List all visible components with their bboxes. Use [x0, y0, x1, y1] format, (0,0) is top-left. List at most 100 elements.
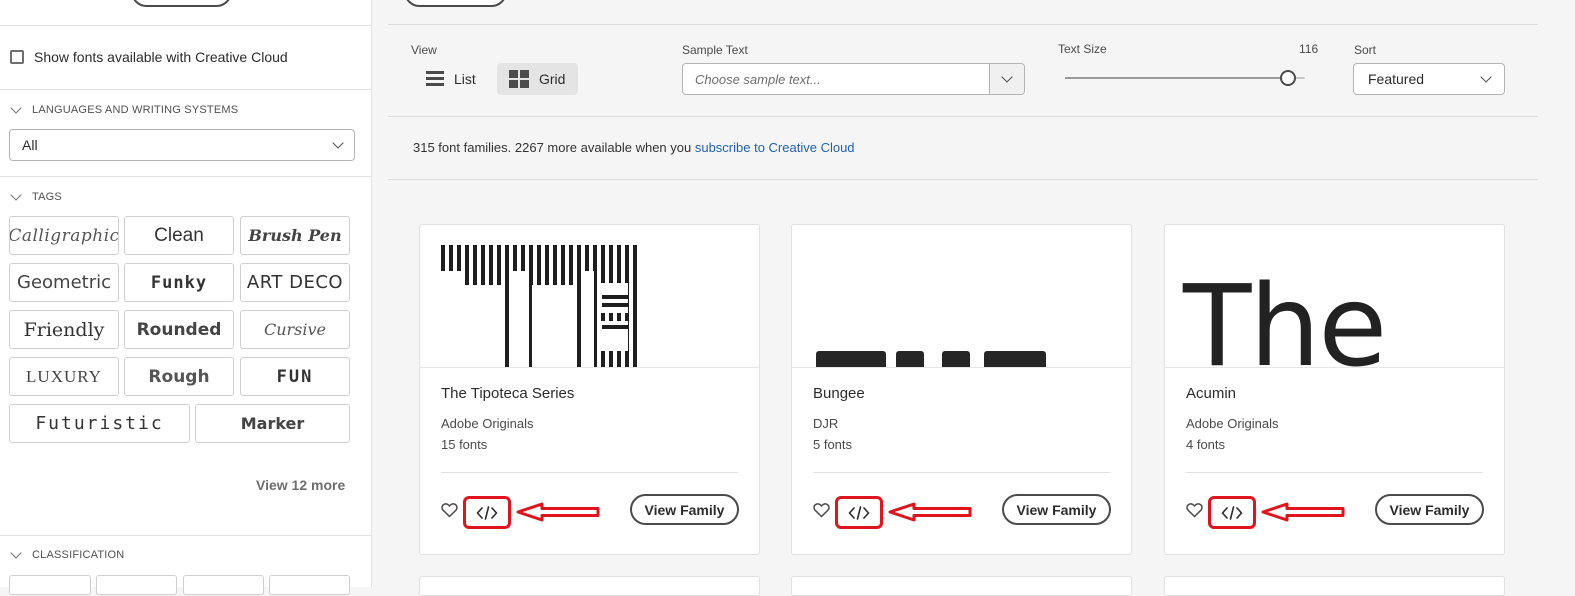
- font-family-name[interactable]: Acumin: [1186, 385, 1236, 402]
- foundry-name[interactable]: Adobe Originals: [1186, 416, 1279, 431]
- foundry-name[interactable]: Adobe Originals: [441, 416, 534, 431]
- foundry-name[interactable]: DJR: [813, 416, 838, 431]
- tag-label: Cursive: [263, 320, 327, 339]
- cc-checkbox-label: Show fonts available with Creative Cloud: [34, 49, 288, 65]
- subscribe-link[interactable]: subscribe to Creative Cloud: [695, 140, 855, 155]
- sample-text-label: Sample Text: [682, 43, 748, 57]
- tag-label: Funky: [150, 272, 208, 293]
- tag-friendly[interactable]: Friendly: [9, 310, 119, 349]
- tag-label: Friendly: [23, 318, 105, 341]
- annotation-arrow-icon: [516, 502, 600, 522]
- text-size-value: 116: [1299, 42, 1319, 56]
- view-family-button[interactable]: View Family: [1002, 494, 1111, 525]
- chevron-down-icon: [10, 547, 22, 559]
- font-count: 5 fonts: [813, 437, 853, 452]
- classification-option[interactable]: [269, 575, 350, 595]
- sort-select[interactable]: Featured: [1353, 63, 1505, 95]
- heart-icon[interactable]: [441, 502, 458, 518]
- font-card: The Tipoteca Series Adobe Originals 15 f…: [419, 224, 760, 555]
- sidebar-divider: [0, 535, 371, 536]
- code-icon: [1221, 505, 1243, 520]
- tag-funky[interactable]: Funky: [124, 263, 234, 302]
- tag-art-deco[interactable]: ART DECO: [240, 263, 350, 302]
- tag-label: Brush Pen: [248, 226, 342, 245]
- font-preview[interactable]: [420, 225, 759, 368]
- sample-text-input[interactable]: [683, 64, 989, 94]
- classification-option[interactable]: [183, 575, 264, 595]
- heart-icon[interactable]: [1186, 502, 1203, 518]
- languages-heading: LANGUAGES AND WRITING SYSTEMS: [32, 104, 239, 116]
- annotation-arrow-icon: [1261, 502, 1345, 522]
- tag-label: Marker: [240, 414, 305, 433]
- classification-option[interactable]: [96, 575, 177, 595]
- tag-futuristic[interactable]: Futuristic: [9, 404, 190, 443]
- tag-label: Geometric: [17, 272, 111, 293]
- text-size-slider-fill: [1065, 77, 1289, 79]
- language-select[interactable]: All: [9, 129, 355, 161]
- results-count-text: 315 font families. 2267 more available w…: [413, 140, 695, 155]
- tags-heading: TAGS: [32, 191, 62, 203]
- sidebar-divider: [0, 25, 371, 26]
- bungee-preview-graphic: [816, 351, 1046, 367]
- font-preview[interactable]: [792, 225, 1131, 368]
- sidebar-top-button[interactable]: [131, 0, 232, 7]
- main-top-button[interactable]: [404, 0, 507, 7]
- tag-label: LUXURY: [26, 366, 102, 386]
- cc-filter-row[interactable]: Show fonts available with Creative Cloud: [10, 47, 288, 67]
- classification-section-toggle[interactable]: CLASSIFICATION: [10, 547, 124, 563]
- web-embed-button[interactable]: [835, 496, 883, 529]
- sidebar-divider: [0, 176, 371, 177]
- tag-clean[interactable]: Clean: [124, 216, 234, 255]
- grid-view-button[interactable]: Grid: [497, 63, 578, 95]
- sample-text-dropdown-button[interactable]: [989, 64, 1024, 94]
- text-size-slider[interactable]: [1065, 70, 1305, 86]
- view-family-button[interactable]: View Family: [1375, 494, 1484, 525]
- font-count: 4 fonts: [1186, 437, 1226, 452]
- tag-label: ART DECO: [246, 272, 344, 293]
- font-preview[interactable]: The: [1165, 225, 1504, 368]
- cc-checkbox[interactable]: [10, 50, 24, 64]
- tag-rounded[interactable]: Rounded: [124, 310, 234, 349]
- tag-label: Clean: [154, 224, 204, 246]
- chevron-down-icon: [10, 189, 22, 201]
- tag-brush-pen[interactable]: Brush Pen: [240, 216, 350, 255]
- list-icon: [426, 70, 444, 88]
- tag-calligraphic[interactable]: Calligraphic: [9, 216, 119, 255]
- code-icon: [848, 505, 870, 520]
- font-card: Bungee DJR 5 fonts View Family: [791, 224, 1132, 555]
- tag-geometric[interactable]: Geometric: [9, 263, 119, 302]
- sidebar-divider: [0, 89, 371, 90]
- sample-text-combobox: [682, 63, 1025, 95]
- classification-option[interactable]: [9, 575, 91, 595]
- tag-fun[interactable]: FUN: [240, 357, 350, 396]
- chevron-down-icon: [1001, 70, 1013, 83]
- view-family-button[interactable]: View Family: [630, 494, 739, 525]
- tags-section-toggle[interactable]: TAGS: [10, 189, 62, 205]
- tag-marker[interactable]: Marker: [195, 404, 350, 443]
- view-more-tags-link[interactable]: View 12 more: [256, 477, 345, 493]
- chevron-down-icon: [10, 102, 22, 114]
- grid-view-label: Grid: [539, 71, 566, 87]
- list-view-button[interactable]: List: [414, 63, 488, 95]
- tag-luxury[interactable]: LUXURY: [9, 357, 119, 396]
- card-divider: [441, 472, 738, 473]
- card-divider: [813, 472, 1110, 473]
- languages-section-toggle[interactable]: LANGUAGES AND WRITING SYSTEMS: [10, 102, 238, 118]
- main-divider: [388, 116, 1538, 117]
- web-embed-button[interactable]: [1208, 496, 1256, 529]
- language-selected-value: All: [22, 137, 38, 153]
- web-embed-button[interactable]: [463, 496, 511, 529]
- font-count: 15 fonts: [441, 437, 488, 452]
- tipoteca-preview-graphic: [441, 245, 637, 367]
- font-card[interactable]: [419, 576, 760, 596]
- font-card[interactable]: [791, 576, 1132, 596]
- text-size-slider-thumb[interactable]: [1280, 70, 1297, 86]
- tag-rough[interactable]: Rough: [124, 357, 234, 396]
- card-divider: [1186, 472, 1483, 473]
- font-family-name[interactable]: The Tipoteca Series: [441, 385, 574, 402]
- font-family-name[interactable]: Bungee: [813, 385, 865, 402]
- heart-icon[interactable]: [813, 502, 830, 518]
- font-card[interactable]: [1164, 576, 1505, 596]
- chevron-down-icon: [332, 136, 344, 149]
- tag-cursive[interactable]: Cursive: [240, 310, 350, 349]
